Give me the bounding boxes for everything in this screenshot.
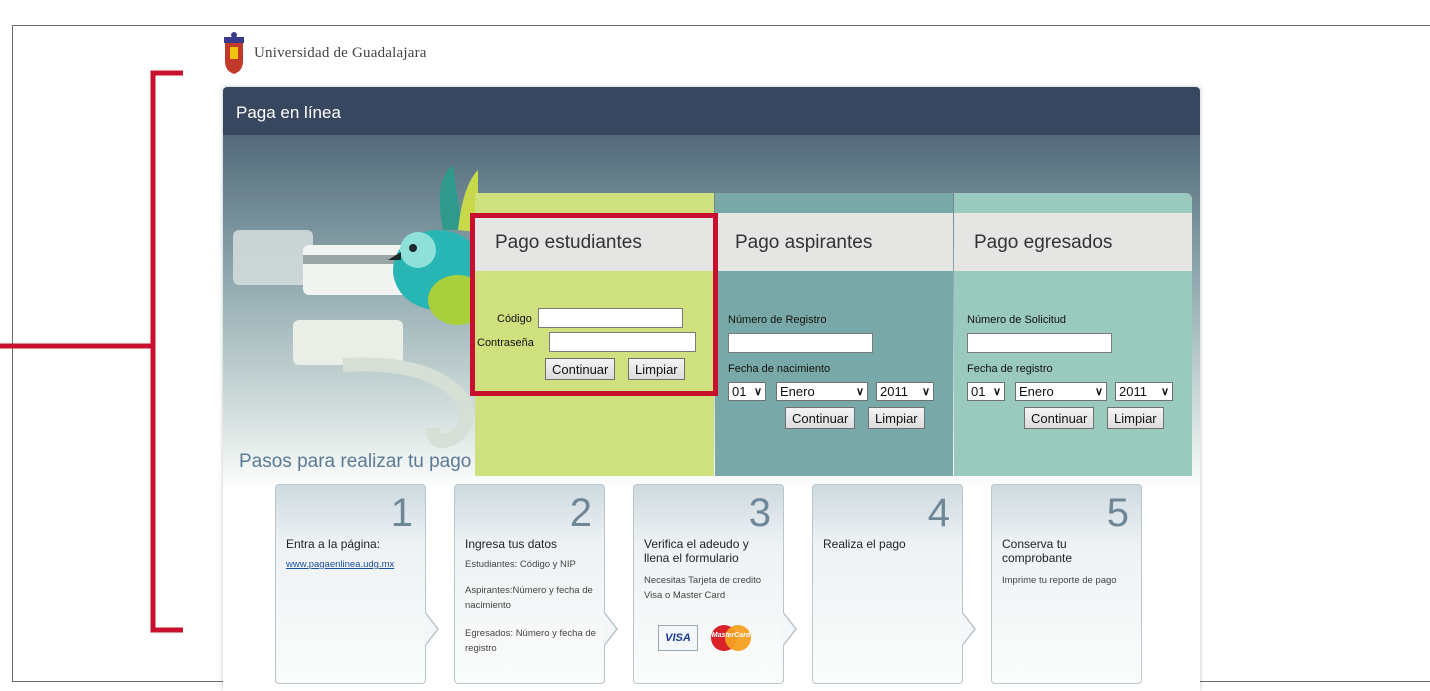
egresados-title: Pago egresados [954, 213, 1192, 271]
arrow-right-icon [961, 611, 976, 647]
chevron-down-icon: ∨ [855, 386, 864, 398]
page-title: Paga en línea [236, 103, 341, 122]
solicitud-label: Número de Solicitud [967, 314, 1067, 326]
step-text: Aspirantes:Número y fecha de nacimiento [465, 585, 593, 611]
step-number: 1 [390, 491, 413, 535]
step-card-5: 5 Conserva tu comprobante Imprime tu rep… [991, 484, 1142, 684]
aspirantes-year-select[interactable]: 2011 ∨ [876, 382, 934, 401]
bird-cards-illustration [233, 165, 478, 449]
step-number: 3 [748, 491, 771, 535]
step-title: Ingresa tus datos [465, 537, 558, 551]
chevron-down-icon: ∨ [992, 386, 1001, 398]
arrow-right-icon [603, 611, 618, 647]
chevron-down-icon: ∨ [1094, 386, 1103, 398]
chevron-down-icon: ∨ [753, 386, 762, 398]
step-text: Necesitas Tarjeta de credito Visa o Mast… [644, 575, 762, 601]
egresados-month-select[interactable]: Enero ∨ [1015, 382, 1107, 401]
university-name: Universidad de Guadalajara [254, 44, 427, 61]
step-title: Verifica el adeudo y llena el formulario [644, 537, 749, 565]
egresados-day-select[interactable]: 01 ∨ [967, 382, 1005, 401]
payment-panel: Paga en línea Pago estudiantes Código Co… [223, 87, 1200, 691]
arrow-right-icon [782, 611, 797, 647]
egresados-panel: Pago egresados Número de Solicitud Fecha… [954, 193, 1192, 476]
step-card-1: 1 Entra a la página: www.pagaenlinea.udg… [275, 484, 439, 684]
step-number: 2 [569, 491, 592, 535]
visa-logo: VISA [658, 625, 698, 651]
registro-label: Número de Registro [728, 314, 827, 326]
aspirantes-day-select[interactable]: 01 ∨ [728, 382, 766, 401]
aspirantes-continue-button[interactable]: Continuar [785, 407, 856, 429]
step-card-2: 2 Ingresa tus datos Estudiantes: Código … [454, 484, 618, 684]
chevron-down-icon: ∨ [1160, 386, 1169, 398]
aspirantes-clear-button[interactable]: Limpiar [868, 407, 925, 429]
step-title: Realiza el pago [823, 537, 906, 551]
step-card-3: 3 Verifica el adeudo y llena el formular… [633, 484, 797, 684]
step-text: Imprime tu reporte de pago [1002, 575, 1117, 586]
university-logo[interactable]: Universidad de Guadalajara [222, 31, 427, 75]
step-text: Estudiantes: Código y NIP [465, 559, 576, 570]
chevron-down-icon: ∨ [921, 386, 930, 398]
step-number: 5 [1106, 491, 1129, 535]
aspirantes-title: Pago aspirantes [715, 213, 953, 271]
birthdate-label: Fecha de nacimiento [728, 363, 831, 375]
site-link[interactable]: www.pagaenlinea.udg.mx [286, 559, 394, 570]
highlight-box [470, 213, 718, 396]
step-title: Conserva tu comprobante [1002, 537, 1073, 565]
registrodate-label: Fecha de registro [967, 363, 1053, 375]
step-card-4: 4 Realiza el pago [812, 484, 976, 684]
egresados-continue-button[interactable]: Continuar [1024, 407, 1095, 429]
step-number: 4 [927, 491, 950, 535]
egresados-clear-button[interactable]: Limpiar [1107, 407, 1164, 429]
hero-area: Pago estudiantes Código Contraseña Conti… [223, 135, 1200, 490]
step-title: Entra a la página: [286, 537, 381, 551]
crest-icon [224, 32, 244, 74]
aspirantes-panel: Pago aspirantes Número de Registro Fecha… [715, 193, 953, 476]
mastercard-logo: MasterCard [708, 623, 754, 653]
egresados-year-select[interactable]: 2011 ∨ [1115, 382, 1173, 401]
registro-input[interactable] [728, 333, 873, 353]
arrow-right-icon [424, 611, 439, 647]
aspirantes-month-select[interactable]: Enero ∨ [776, 382, 868, 401]
page-header: Paga en línea [223, 87, 1200, 135]
step-text: Egresados: Número y fecha de registro [465, 628, 596, 654]
steps-title: Pasos para realizar tu pago [239, 451, 472, 472]
solicitud-input[interactable] [967, 333, 1112, 353]
